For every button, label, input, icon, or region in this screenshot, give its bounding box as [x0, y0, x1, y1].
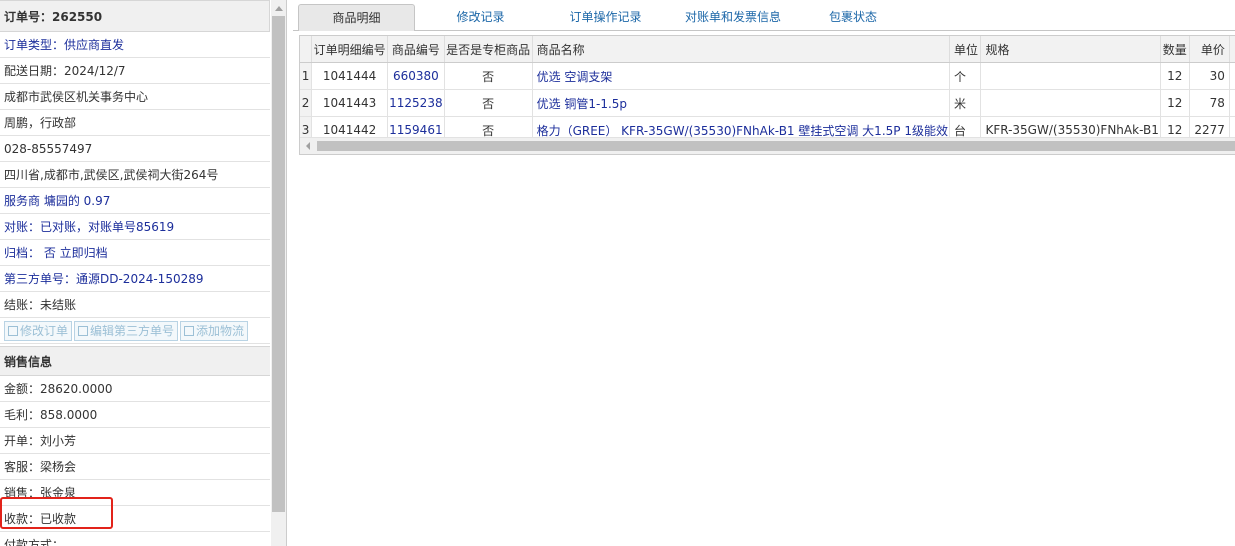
scrollbar-thumb[interactable] — [272, 16, 285, 512]
detail-id-cell: 1041444 — [311, 62, 389, 90]
detail-id-header[interactable]: 订单明细编号 — [311, 36, 389, 63]
product-name-link[interactable]: 优选 空调支架 — [532, 62, 950, 90]
counter-product-header[interactable]: 是否是专柜商品 — [444, 36, 533, 63]
product-table: 订单明细编号 商品编号 是否是专柜商品 商品名称 单位 规格 数量 单价 1 1… — [300, 36, 1235, 144]
row-number-header — [300, 36, 313, 63]
edit-icon — [78, 326, 89, 336]
spec-cell — [980, 62, 1161, 90]
settlement-status: 结账：未结账 — [0, 292, 270, 318]
contact-person: 周鹏，行政部 — [0, 110, 270, 136]
left-vertical-scrollbar[interactable] — [271, 0, 286, 546]
extra-column-header — [1229, 36, 1235, 63]
tab-package-status[interactable]: 包裹状态 — [803, 4, 903, 30]
archive-status[interactable]: 归档： 否 立即归档 — [0, 240, 270, 266]
unit-cell: 个 — [949, 62, 982, 90]
detail-tabs: 商品明细 修改记录 订单操作记录 对账单和发票信息 包裹状态 — [293, 0, 1235, 31]
edit-icon — [184, 326, 195, 336]
quantity-cell: 12 — [1160, 89, 1190, 117]
payment-method: 付款方式： — [0, 532, 270, 546]
product-name-link[interactable]: 优选 铜管1-1.5p — [532, 89, 950, 117]
unit-price-cell: 78 — [1189, 89, 1230, 117]
order-number-header: 订单号：262550 — [0, 0, 270, 32]
detail-id-cell: 1041443 — [311, 89, 389, 117]
delivery-date: 配送日期：2024/12/7 — [0, 58, 270, 84]
counter-product-cell: 否 — [444, 62, 533, 90]
product-code-link[interactable]: 660380 — [387, 62, 445, 90]
row-number: 2 — [300, 89, 313, 117]
add-logistics-button[interactable]: 添加物流 — [180, 321, 249, 341]
extra-cell — [1229, 89, 1235, 117]
quantity-cell: 12 — [1160, 62, 1190, 90]
product-code-header[interactable]: 商品编号 — [387, 36, 445, 63]
table-row[interactable]: 1 1041444 660380 否 优选 空调支架 个 12 30 — [300, 62, 1235, 90]
payment-status-highlight — [0, 497, 113, 529]
row-number: 1 — [300, 62, 313, 90]
tab-reconciliation-invoice[interactable]: 对账单和发票信息 — [668, 4, 798, 30]
spec-cell — [980, 89, 1161, 117]
unit-price-header[interactable]: 单价 — [1189, 36, 1230, 63]
detail-panel: 商品明细 修改记录 订单操作记录 对账单和发票信息 包裹状态 订单明细编号 商品… — [293, 0, 1235, 546]
product-grid: 订单明细编号 商品编号 是否是专柜商品 商品名称 单位 规格 数量 单价 1 1… — [299, 35, 1235, 155]
counter-product-cell: 否 — [444, 89, 533, 117]
edit-icon — [8, 326, 18, 336]
gross-profit: 毛利：858.0000 — [0, 402, 270, 428]
order-info-panel: 订单号：262550 订单类型：供应商直发 配送日期：2024/12/7 成都市… — [0, 0, 287, 546]
product-code-link[interactable]: 1125238 — [387, 89, 445, 117]
delivery-address: 四川省,成都市,武侯区,武侯祠大街264号 — [0, 162, 270, 188]
tab-product-details[interactable]: 商品明细 — [298, 4, 415, 31]
unit-price-cell: 30 — [1189, 62, 1230, 90]
reconciliation-status[interactable]: 对账：已对账，对账单号85619 — [0, 214, 270, 240]
order-creator: 开单：刘小芳 — [0, 428, 270, 454]
edit-third-party-button[interactable]: 编辑第三方单号 — [74, 321, 179, 341]
sales-amount: 金额：28620.0000 — [0, 376, 270, 402]
grid-horizontal-scrollbar[interactable] — [300, 137, 1235, 154]
edit-order-button[interactable]: 修改订单 — [4, 321, 73, 341]
extra-cell — [1229, 62, 1235, 90]
spec-header[interactable]: 规格 — [980, 36, 1161, 63]
quantity-header[interactable]: 数量 — [1160, 36, 1190, 63]
service-provider[interactable]: 服务商 墉园的 0.97 — [0, 188, 270, 214]
contact-phone: 028-85557497 — [0, 136, 270, 162]
unit-header[interactable]: 单位 — [949, 36, 982, 63]
product-name-header[interactable]: 商品名称 — [532, 36, 950, 63]
order-type: 订单类型：供应商直发 — [0, 32, 270, 58]
scrollbar-thumb[interactable] — [317, 141, 1235, 151]
table-row[interactable]: 2 1041443 1125238 否 优选 铜管1-1.5p 米 12 78 — [300, 89, 1235, 117]
tab-order-operation-log[interactable]: 订单操作记录 — [548, 4, 663, 30]
customer-service: 客服：梁杨会 — [0, 454, 270, 480]
scroll-up-arrow-icon[interactable] — [275, 6, 283, 11]
order-action-bar: 修改订单 编辑第三方单号 添加物流 — [0, 318, 270, 344]
sales-info-header: 销售信息 — [0, 346, 270, 376]
scroll-left-arrow-icon[interactable] — [306, 142, 310, 150]
table-header-row: 订单明细编号 商品编号 是否是专柜商品 商品名称 单位 规格 数量 单价 — [300, 36, 1235, 63]
tab-modification-log[interactable]: 修改记录 — [423, 4, 538, 30]
customer-org: 成都市武侯区机关事务中心 — [0, 84, 270, 110]
third-party-number[interactable]: 第三方单号：通源DD-2024-150289 — [0, 266, 270, 292]
unit-cell: 米 — [949, 89, 982, 117]
